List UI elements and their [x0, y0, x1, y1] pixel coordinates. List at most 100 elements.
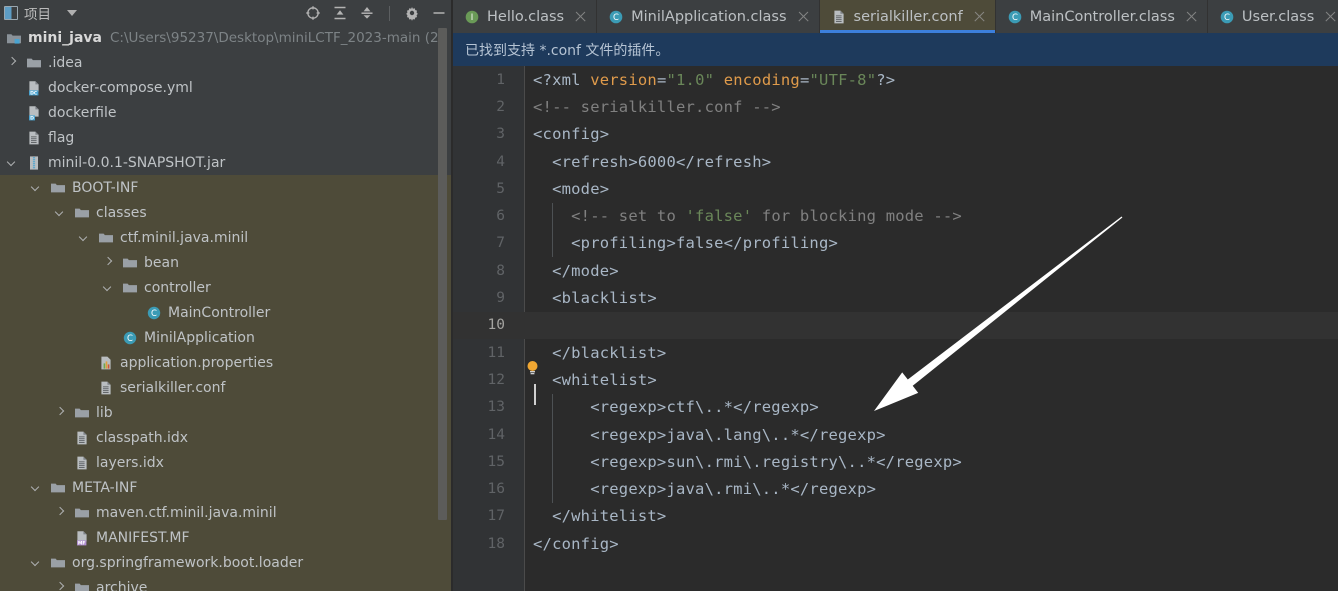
tree-item[interactable]: archive — [0, 575, 453, 591]
tree-item-label: META-INF — [72, 479, 138, 496]
code-line[interactable]: 3 <config> — [453, 121, 1338, 148]
code-line[interactable]: 17 </whitelist> — [453, 503, 1338, 530]
code-token-val: "UTF-8" — [809, 70, 877, 89]
code-line[interactable]: 1 <?xml version = "1.0" encoding = "UTF-8" ?> — [453, 66, 1338, 93]
code-line-text: </blacklist> — [533, 339, 666, 366]
code-line-text: <config> — [533, 121, 609, 148]
code-line[interactable]: 10 — [453, 311, 1338, 339]
select-opened-file-icon[interactable] — [305, 5, 321, 21]
tree-item-label: lib — [96, 404, 113, 421]
tree-item[interactable]: layers.idx — [0, 450, 453, 475]
tree-item[interactable]: ctf.minil.java.minil — [0, 225, 453, 250]
chevron-down-icon[interactable] — [102, 281, 115, 294]
tree-item[interactable]: application.properties — [0, 350, 453, 375]
tree-item[interactable]: controller — [0, 275, 453, 300]
code-line[interactable]: 12 <whitelist> — [453, 366, 1338, 393]
tree-item[interactable]: .idea — [0, 50, 453, 75]
chevron-right-icon[interactable] — [6, 56, 19, 69]
chevron-right-icon[interactable] — [102, 256, 115, 269]
collapse-all-icon[interactable] — [359, 5, 375, 21]
tree-item[interactable]: maven.ctf.minil.java.minil — [0, 500, 453, 525]
tree-item[interactable]: flag — [0, 125, 453, 150]
chevron-right-icon[interactable] — [54, 406, 67, 419]
chevron-down-icon[interactable] — [67, 10, 77, 16]
chevron-down-icon[interactable] — [30, 556, 43, 569]
tab-close-icon[interactable] — [797, 10, 810, 23]
tree-item-label: minil-0.0.1-SNAPSHOT.jar — [48, 154, 226, 171]
tree-item[interactable]: org.springframework.boot.loader — [0, 550, 453, 575]
code-line[interactable]: 11 </blacklist> — [453, 339, 1338, 366]
tree-item[interactable]: C MainController — [0, 300, 453, 325]
tree-item[interactable]: BOOT-INF — [0, 175, 453, 200]
tab-label: serialkiller.conf — [853, 8, 963, 25]
tab-close-icon[interactable] — [574, 10, 587, 23]
tree-item[interactable]: META-INF — [0, 475, 453, 500]
code-line[interactable]: 5 <mode> — [453, 175, 1338, 202]
editor-tab-active[interactable]: serialkiller.conf — [819, 0, 996, 33]
class-icon: C — [1008, 10, 1022, 23]
code-token-tag: <config> — [533, 125, 610, 144]
chevron-down-icon[interactable] — [30, 481, 43, 494]
code-line[interactable]: 4 <refresh>6000</refresh> — [453, 148, 1338, 175]
code-line[interactable]: 14 <regexp>java\.lang\..*</regexp> — [453, 421, 1338, 448]
tree-item[interactable]: MF MANIFEST.MF — [0, 525, 453, 550]
class-icon: C — [147, 306, 161, 319]
tree-item[interactable]: DC docker-compose.yml — [0, 75, 453, 100]
chevron-down-icon[interactable] — [54, 206, 67, 219]
tree-item-label: org.springframework.boot.loader — [72, 554, 304, 571]
tree-item[interactable]: minil-0.0.1-SNAPSHOT.jar — [0, 150, 453, 175]
editor-tab[interactable]: C MinilApplication.class — [597, 0, 820, 33]
chevron-down-icon[interactable] — [78, 231, 91, 244]
project-root-row[interactable]: mini_java C:\Users\95237\Desktop\miniLCT… — [0, 26, 453, 50]
code-token-val: 'false' — [685, 207, 753, 226]
tree-item[interactable]: serialkiller.conf — [0, 375, 453, 400]
editor-tab-bar[interactable]: I Hello.class C MinilApplication.class seria… — [453, 0, 1338, 33]
tree-item[interactable]: lib — [0, 400, 453, 425]
tab-close-icon[interactable] — [973, 10, 986, 23]
code-line[interactable]: 13 <regexp>ctf\..*</regexp> — [453, 394, 1338, 421]
code-line[interactable]: 9 <blacklist> — [453, 284, 1338, 311]
tab-close-icon[interactable] — [1185, 10, 1198, 23]
code-line[interactable]: 6 <!-- set to 'false' for blocking mode … — [453, 202, 1338, 229]
code-line[interactable]: 2 <!-- serialkiller.conf --> — [453, 93, 1338, 120]
sidebar-scrollbar-thumb[interactable] — [438, 28, 447, 520]
chevron-down-icon[interactable] — [6, 156, 19, 169]
code-line-text: <regexp>ctf\..*</regexp> — [533, 394, 819, 421]
tree-item[interactable]: C MinilApplication — [0, 325, 453, 350]
tree-item-label: bean — [144, 254, 179, 271]
code-editor[interactable]: 1 <?xml version = "1.0" encoding = "UTF-8" ?> 2… — [453, 66, 1338, 591]
line-number: 16 — [487, 481, 505, 498]
settings-gear-icon[interactable] — [404, 5, 420, 21]
tab-close-icon[interactable] — [1324, 10, 1337, 23]
manifest-icon: MF — [77, 530, 87, 546]
line-number: 9 — [496, 290, 505, 307]
project-tree[interactable]: .idea DC docker-compose.yml Ddockerfile flag… — [0, 50, 453, 591]
chevron-right-icon[interactable] — [54, 506, 67, 519]
tree-item[interactable]: classpath.idx — [0, 425, 453, 450]
code-line[interactable]: 18 </config> — [453, 530, 1338, 557]
sidebar-scrollbar-track[interactable] — [438, 0, 450, 591]
editor-tab[interactable]: I Hello.class — [453, 0, 598, 33]
expand-all-icon[interactable] — [332, 5, 348, 21]
project-root-name: mini_java — [28, 30, 102, 46]
file-icon — [77, 431, 87, 444]
tree-item[interactable]: classes — [0, 200, 453, 225]
code-line[interactable]: 7 <profiling>false</profiling> — [453, 230, 1338, 257]
svg-text:C: C — [1012, 13, 1018, 23]
code-line[interactable]: 16 <regexp>java\.rmi\..*</regexp> — [453, 475, 1338, 502]
editor-tab[interactable]: C MainController.class — [995, 0, 1208, 33]
editor-tab[interactable]: C User.class — [1207, 0, 1338, 33]
tree-item-label: BOOT-INF — [72, 179, 139, 196]
code-line[interactable]: 15 <regexp>sun\.rmi\.registry\..*</regex… — [453, 448, 1338, 475]
intention-bulb-icon[interactable] — [526, 360, 539, 376]
tree-item[interactable]: bean — [0, 250, 453, 275]
tree-item[interactable]: Ddockerfile — [0, 100, 453, 125]
chevron-right-icon[interactable] — [54, 581, 67, 591]
line-number: 3 — [496, 126, 505, 143]
chevron-down-icon[interactable] — [30, 181, 43, 194]
svg-text:C: C — [127, 334, 133, 344]
code-line[interactable]: 8 </mode> — [453, 257, 1338, 284]
code-token-tag: ?> — [876, 70, 896, 89]
